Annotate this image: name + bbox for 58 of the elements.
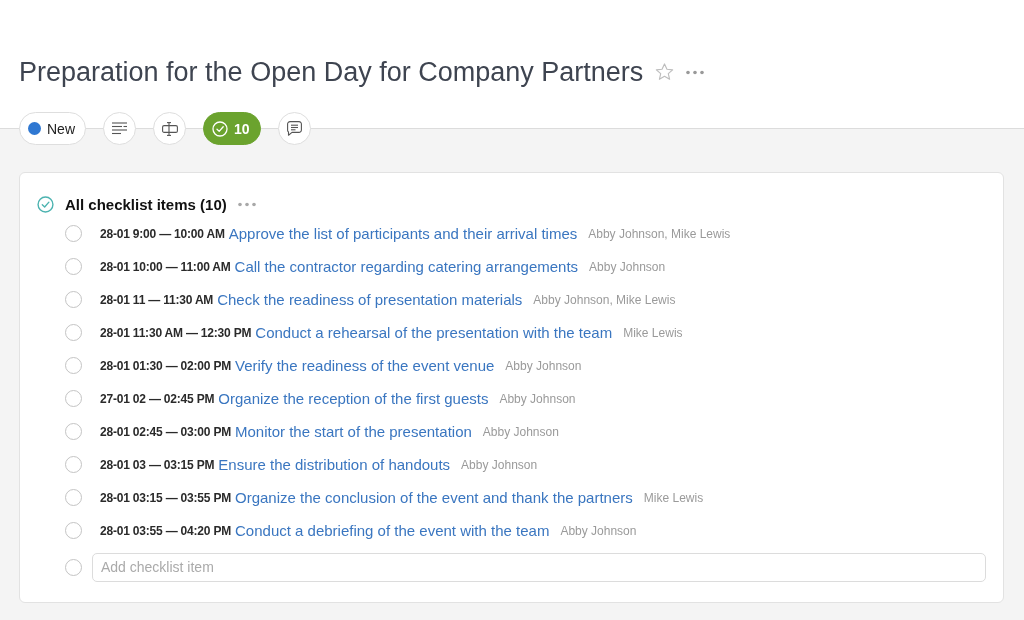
tab[interactable] (277, 112, 311, 145)
time-range: 28-01 01:30 — 02:00 PM (100, 358, 231, 373)
task-link[interactable]: Organize the reception of the first guests (218, 390, 489, 407)
task-link[interactable]: Approve the list of participants and their arrival times (228, 225, 578, 242)
task-link[interactable]: Conduct a debriefing of the event with the team (235, 522, 550, 539)
text-field-icon (161, 121, 178, 136)
checkbox[interactable] (65, 258, 82, 275)
assignee-names: Abby Johnson (560, 523, 637, 538)
checkbox[interactable] (65, 324, 82, 341)
task-link[interactable]: Conduct a rehearsal of the presentation with the team (255, 324, 613, 341)
time-range: 28-01 11 — 11:30 AM (100, 292, 214, 307)
time-range: 27-01 02 — 02:45 PM (100, 391, 215, 406)
time-range: 28-01 03:15 — 03:55 PM (100, 490, 231, 505)
tab[interactable] (153, 112, 186, 145)
checkbox[interactable] (65, 357, 82, 374)
task-link[interactable]: Organize the conclusion of the event and thank the partners (235, 489, 633, 506)
assignee-names: Abby Johnson (589, 259, 666, 274)
task-link[interactable]: Check the readiness of presentation materials (217, 291, 523, 308)
add-item-field[interactable]: Add checklist item (92, 552, 986, 582)
time-range: 28-01 03 — 03:15 PM (100, 457, 215, 472)
checkbox[interactable] (65, 456, 82, 473)
time-range: 28-01 10:00 — 11:00 AM (100, 259, 231, 274)
text-lines-icon (112, 122, 127, 135)
time-range: 28-01 11:30 AM — 12:30 PM (100, 325, 252, 340)
assignee-names: Abby Johnson (505, 358, 582, 373)
assignee-names: Abby Johnson, Mike Lewis (588, 226, 731, 241)
assignee-names: Abby Johnson (499, 391, 576, 406)
tab[interactable] (103, 112, 136, 145)
task-link[interactable]: Monitor the start of the presentation (235, 423, 472, 440)
checkbox[interactable] (65, 558, 82, 576)
comment-icon (286, 121, 302, 136)
assignee-names: Abby Johnson (461, 457, 538, 472)
favorite-button[interactable] (655, 63, 675, 81)
task-link[interactable]: Ensure the distribution of handouts (218, 456, 451, 473)
more-icon[interactable] (237, 201, 256, 207)
checkbox[interactable] (65, 489, 82, 506)
assignee-names: Abby Johnson (482, 424, 559, 439)
task-link[interactable]: Call the contractor regarding catering arrangements (234, 258, 579, 275)
checkbox[interactable] (65, 390, 82, 407)
checkbox[interactable] (65, 522, 82, 539)
assignee-names: Abby Johnson, Mike Lewis (533, 292, 676, 307)
time-range: 28-01 02:45 — 03:00 PM (100, 424, 231, 439)
checkbox[interactable] (65, 423, 82, 440)
more-icon[interactable] (686, 69, 705, 75)
assignee-names: Mike Lewis (643, 490, 704, 505)
checkbox[interactable] (65, 225, 82, 242)
check-circle-icon (37, 195, 54, 213)
page-title: Preparation for the Open Day for Company Partners (19, 56, 644, 88)
task-link[interactable]: Verify the readiness of the event venue (235, 357, 495, 374)
assignee-names: Mike Lewis (623, 325, 683, 340)
check-circle-icon (212, 120, 228, 137)
time-range: 28-01 9:00 — 10:00 AM (100, 226, 225, 241)
checklist-title: All checklist items (10) (65, 195, 227, 213)
checklist-tab[interactable]: 10 (203, 112, 261, 145)
status-tab[interactable]: New (19, 112, 86, 145)
star-icon (655, 63, 675, 81)
checkbox[interactable] (65, 291, 82, 308)
time-range: 28-01 03:55 — 04:20 PM (100, 523, 231, 538)
